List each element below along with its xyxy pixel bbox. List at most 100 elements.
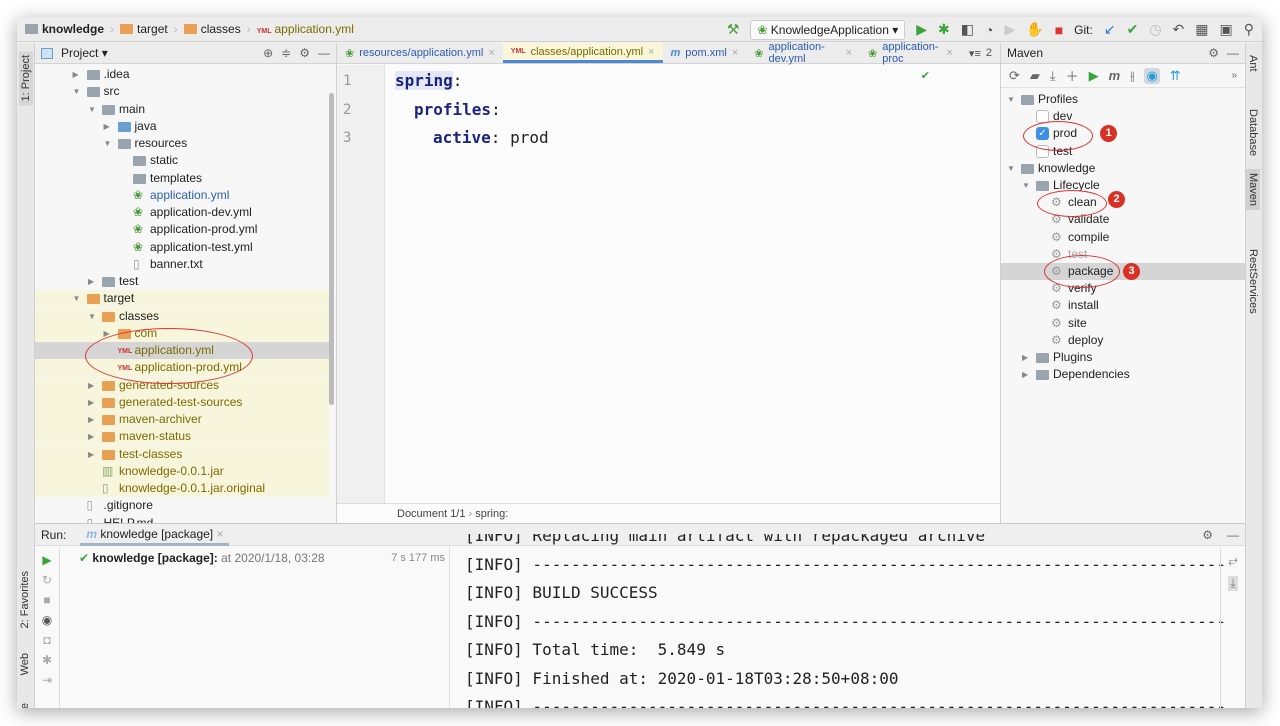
rest-services-tool-button[interactable]: RestServices <box>1247 249 1259 314</box>
project-view-select[interactable]: Project ▾ <box>61 46 108 60</box>
console-output[interactable]: [INFO] Replacing main artifact with repa… <box>465 534 1235 708</box>
tree-item[interactable]: ⚙ validate <box>1001 211 1246 228</box>
tree-item[interactable]: ▼ Lifecycle <box>1001 177 1246 194</box>
favorites-tool-button[interactable]: 2: Favorites <box>19 571 31 628</box>
chevron-down-icon[interactable]: ▼ <box>104 135 112 152</box>
tree-item[interactable]: ▼ resources <box>35 135 329 152</box>
chevron-down-icon[interactable]: ▼ <box>1022 177 1030 194</box>
stop-icon[interactable]: ■ <box>1055 22 1063 38</box>
breadcrumb-knowledge[interactable]: knowledge <box>25 22 104 36</box>
more-icon[interactable]: » <box>1231 70 1237 81</box>
tree-item[interactable]: ▶ test-classes <box>35 445 329 463</box>
more-tabs-button[interactable]: ▾≡ 2 <box>961 43 1000 63</box>
run-tab[interactable]: m knowledge [package] × <box>80 524 230 546</box>
chevron-right-icon[interactable]: ▶ <box>73 66 79 83</box>
tree-item[interactable]: ▶ maven-status <box>35 428 329 446</box>
tree-item[interactable]: ▼ Profiles <box>1001 91 1246 108</box>
chevron-right-icon[interactable]: ▶ <box>88 394 94 411</box>
editor-tab[interactable]: ❀ resources/application.yml × <box>337 43 503 63</box>
rollback-icon[interactable]: ↶ <box>1173 21 1185 38</box>
debug-icon[interactable]: ✱ <box>938 21 950 38</box>
tree-item[interactable]: ⚙ verify <box>1001 280 1246 297</box>
build-hammer-icon[interactable]: ⚒ <box>727 21 740 38</box>
chevron-down-icon[interactable]: ▼ <box>1007 160 1015 177</box>
run-icon[interactable]: ▶ <box>1089 68 1099 84</box>
tree-item[interactable]: ▯ HELP.md <box>35 515 329 524</box>
git-update-icon[interactable]: ↙ <box>1104 21 1116 38</box>
database-tool-button[interactable]: Database <box>1247 109 1259 156</box>
exit-icon[interactable]: ⇥ <box>42 673 52 687</box>
maven-tool-button[interactable]: Maven <box>1246 169 1260 211</box>
tree-item[interactable]: ▼ target <box>35 290 329 308</box>
run-config-select[interactable]: ❀ KnowledgeApplication ▾ <box>750 19 906 40</box>
show-icon[interactable]: ◉ <box>42 613 52 627</box>
chevron-down-icon[interactable]: ▼ <box>73 290 81 307</box>
tree-item[interactable]: ▥ knowledge-0.0.1.jar <box>35 462 329 480</box>
chevron-right-icon[interactable]: ▶ <box>1022 366 1028 383</box>
coverage-icon[interactable]: ◧ <box>961 21 974 38</box>
project-tool-button[interactable]: 1: Project <box>19 51 33 106</box>
search-icon[interactable]: ⚲ <box>1244 21 1254 38</box>
tree-item[interactable]: ❀ application.yml <box>35 187 329 204</box>
screenshot-icon[interactable]: ◘ <box>43 633 50 647</box>
yaml-path[interactable]: spring: <box>475 508 508 520</box>
add-icon[interactable]: ＋ <box>1066 66 1079 85</box>
tree-item[interactable]: ⚙ compile <box>1001 229 1246 246</box>
chevron-down-icon[interactable]: ▼ <box>73 83 81 100</box>
chevron-right-icon[interactable]: ▶ <box>88 428 94 445</box>
hide-panel-icon[interactable]: — <box>1227 46 1239 60</box>
profile-icon[interactable]: ◔ <box>985 22 993 38</box>
tree-item[interactable]: ▯ knowledge-0.0.1.jar.original <box>35 480 329 497</box>
editor-tab[interactable]: ❀ application-proc × <box>860 41 961 65</box>
tree-item[interactable]: ▶ Plugins <box>1001 349 1246 366</box>
ant-tool-button[interactable]: Ant <box>1247 55 1259 72</box>
debug-icon[interactable]: ✱ <box>42 653 52 667</box>
web-tool-button[interactable]: Web <box>19 653 31 675</box>
tree-item[interactable]: ⚙ deploy <box>1001 332 1246 349</box>
tree-item[interactable]: ▼ main <box>35 101 329 118</box>
chevron-right-icon[interactable]: ▶ <box>88 446 94 463</box>
tree-item[interactable]: ▶ .idea <box>35 66 329 83</box>
chevron-right-icon[interactable]: ▶ <box>1022 349 1028 366</box>
chevron-right-icon[interactable]: ▶ <box>88 411 94 428</box>
tree-item[interactable]: ▯ banner.txt <box>35 256 329 273</box>
tree-item[interactable]: ▶ java <box>35 118 329 135</box>
chevron-right-icon[interactable]: ▶ <box>88 273 94 290</box>
close-icon[interactable]: × <box>846 47 852 59</box>
editor-tab[interactable]: ❀ application-dev.yml × <box>746 41 860 65</box>
close-icon[interactable]: × <box>732 47 738 59</box>
close-icon[interactable]: × <box>648 46 654 58</box>
close-icon[interactable]: × <box>216 527 223 541</box>
tree-item[interactable]: ⚙ install <box>1001 297 1246 314</box>
stop-icon[interactable]: ■ <box>43 593 50 607</box>
breadcrumb-file[interactable]: YML application.yml <box>257 22 354 36</box>
hide-panel-icon[interactable]: — <box>318 46 330 60</box>
editor-tab[interactable]: YML classes/application.yml × <box>502 43 663 63</box>
soft-wrap-icon[interactable]: ⥂ <box>1228 553 1238 568</box>
tree-item[interactable]: ▼ src <box>35 83 329 100</box>
run-icon[interactable]: ▶ <box>916 21 927 38</box>
tree-item[interactable]: ▶ generated-test-sources <box>35 393 329 411</box>
settings-gear-icon[interactable]: ⚙ <box>299 46 310 60</box>
tree-item[interactable]: ▼ knowledge <box>1001 160 1246 177</box>
chevron-right-icon[interactable]: ▶ <box>88 377 94 394</box>
collapse-all-icon[interactable]: ≑ <box>281 46 291 60</box>
tree-item[interactable]: ❀ application-prod.yml <box>35 221 329 238</box>
breadcrumb-classes[interactable]: classes <box>183 22 241 36</box>
scroll-to-end-icon[interactable]: ⤓ <box>1228 576 1238 591</box>
tree-item[interactable]: ▶ test <box>35 273 329 290</box>
chevron-down-icon[interactable]: ▼ <box>88 101 96 118</box>
execute-goal-icon[interactable]: m <box>1109 68 1121 83</box>
offline-toggle-icon[interactable]: ◉ <box>1144 67 1160 84</box>
run-tree-item[interactable]: ✔ knowledge [package]: at 2020/1/18, 03:… <box>79 551 325 565</box>
generate-sources-icon[interactable]: ▰ <box>1030 68 1040 84</box>
tree-item[interactable]: ▼ classes <box>35 307 329 325</box>
structure-tool-button[interactable]: ucture <box>19 703 31 708</box>
rerun-icon[interactable]: ▶ <box>42 553 51 567</box>
tree-item[interactable]: ❀ application-dev.yml <box>35 204 329 221</box>
chevron-down-icon[interactable]: ▼ <box>1007 91 1015 108</box>
resume-icon[interactable]: ▶ <box>1004 21 1015 38</box>
tree-item[interactable]: ❀ application-test.yml <box>35 239 329 256</box>
tree-item[interactable]: ⚙ site <box>1001 315 1246 332</box>
tree-item[interactable]: ▶ maven-archiver <box>35 411 329 428</box>
